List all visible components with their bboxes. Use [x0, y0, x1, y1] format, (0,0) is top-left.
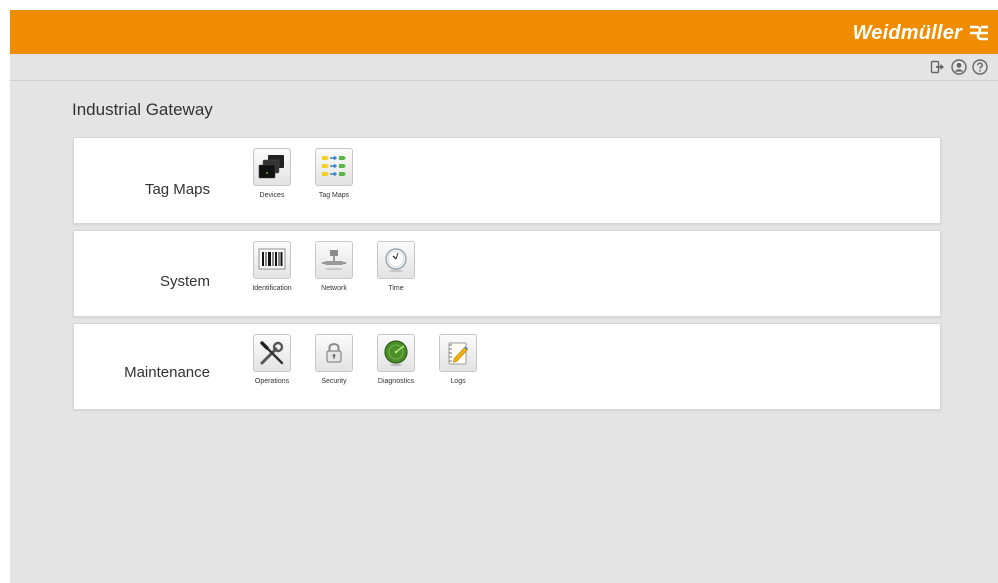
tile-identification[interactable]: Identification: [241, 241, 303, 292]
tile-network[interactable]: Network: [303, 241, 365, 292]
tile-label: Identification: [252, 285, 292, 292]
tile-label: Diagnostics: [377, 378, 415, 385]
notepad-icon: [448, 342, 469, 365]
tag-maps-icon: [322, 155, 346, 177]
lock-icon: [326, 343, 342, 363]
panel-label: Tag Maps: [144, 181, 210, 198]
radar-icon: [384, 340, 408, 367]
tile-diagnostics[interactable]: Diagnostics: [365, 334, 427, 385]
tile-devices[interactable]: Devices: [241, 148, 303, 199]
toolbar: [10, 54, 998, 81]
panel-maintenance: Maintenance Operations Security Diagnost…: [73, 323, 941, 410]
tile-label: Logs: [450, 378, 466, 385]
wrench-screwdriver-icon: [260, 341, 284, 365]
network-icon: [322, 250, 346, 271]
user-icon[interactable]: [951, 59, 967, 75]
panel-label: System: [159, 273, 210, 290]
barcode-icon: [258, 248, 286, 270]
tile-tag-maps[interactable]: Tag Maps: [303, 148, 365, 199]
tile-label: Network: [321, 285, 347, 292]
clock-icon: [385, 248, 407, 273]
top-bar: Weidmüller: [10, 10, 998, 54]
panel-tag-maps: Tag Maps Devices Tag Maps: [73, 137, 941, 224]
panel-system: System Identification Network Time: [73, 230, 941, 317]
tile-label: Tag Maps: [318, 192, 350, 199]
tile-label: Time: [388, 285, 404, 292]
brand-mark-icon: [970, 25, 988, 41]
tile-operations[interactable]: Operations: [241, 334, 303, 385]
tile-time[interactable]: Time: [365, 241, 427, 292]
tile-label: Operations: [254, 378, 290, 385]
tile-security[interactable]: Security: [303, 334, 365, 385]
tile-label: Security: [321, 378, 347, 385]
brand-name: Weidmüller: [852, 21, 962, 44]
app-frame: Weidmüller Industrial Gateway Tag Maps D…: [10, 10, 998, 583]
tile-label: Devices: [259, 192, 285, 199]
help-icon[interactable]: [972, 59, 988, 75]
tile-logs[interactable]: Logs: [427, 334, 489, 385]
panel-label: Maintenance: [124, 364, 210, 381]
logout-icon[interactable]: [930, 59, 946, 75]
page-title: Industrial Gateway: [72, 100, 213, 119]
brand-logo: Weidmüller: [853, 20, 990, 46]
devices-icon: [258, 155, 284, 179]
